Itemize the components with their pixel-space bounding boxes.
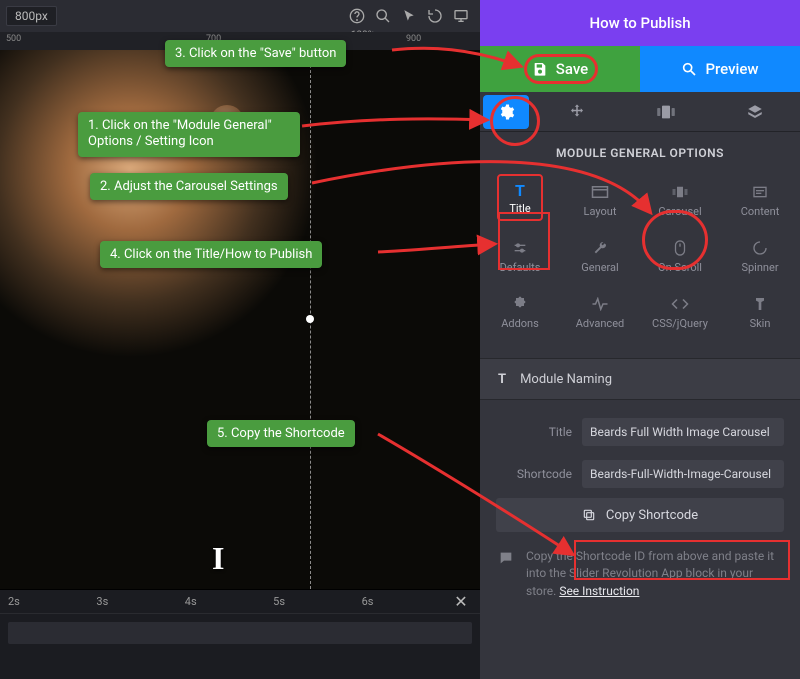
option-content[interactable]: Content <box>720 172 800 228</box>
anchor-dot <box>306 315 314 323</box>
timeline: 2s 3s 4s 5s 6s ✕ <box>0 589 480 679</box>
text-cursor-icon: I <box>212 540 224 577</box>
see-instruction-link[interactable]: See Instruction <box>559 584 639 598</box>
tab-settings[interactable] <box>483 95 529 129</box>
zoom-icon[interactable] <box>370 3 396 29</box>
option-label: Spinner <box>741 261 778 274</box>
option-label: CSS/jQuery <box>652 317 708 330</box>
option-advanced[interactable]: Advanced <box>560 284 640 340</box>
annotation-5: 5. Copy the Shortcode <box>207 420 355 447</box>
option-label: Addons <box>501 317 539 330</box>
shortcode-field[interactable]: Beards-Full-Width-Image-Carousel <box>582 460 784 488</box>
option-layout[interactable]: Layout <box>560 172 640 228</box>
text-icon: T <box>498 372 506 387</box>
option-label: Defaults <box>500 261 541 274</box>
page-title[interactable]: How to Publish <box>480 0 800 46</box>
option-title[interactable]: T Title <box>480 172 560 228</box>
time-mark: 5s <box>273 595 285 608</box>
preview-button[interactable]: Preview <box>640 46 800 92</box>
option-spinner[interactable]: Spinner <box>720 228 800 284</box>
tab-slides[interactable] <box>621 92 710 131</box>
options-grid: T Title Layout Carousel Content <box>480 172 800 340</box>
layout-icon <box>591 183 609 201</box>
panel-heading: MODULE GENERAL OPTIONS <box>480 146 800 160</box>
time-mark: 3s <box>96 595 108 608</box>
option-label: On Scroll <box>658 261 702 274</box>
canvas-width-field[interactable]: 800px <box>6 6 57 26</box>
spinner-icon <box>751 239 769 257</box>
option-label: Advanced <box>576 317 624 330</box>
move-icon <box>568 103 586 121</box>
time-mark: 2s <box>8 595 20 608</box>
ruler-tick: 900 <box>406 34 421 44</box>
desktop-icon[interactable] <box>448 3 474 29</box>
section-title: Module Naming <box>520 372 612 387</box>
annotation-3: 3. Click on the "Save" button <box>165 40 346 67</box>
help-icon[interactable] <box>344 3 370 29</box>
save-button[interactable]: Save <box>480 46 640 92</box>
option-label: Title <box>509 202 530 215</box>
tab-layers[interactable] <box>711 92 800 131</box>
canvas-toolbar: 800px 100% <box>0 0 480 32</box>
annotation-2: 2. Adjust the Carousel Settings <box>90 173 288 200</box>
carousel-icon <box>671 183 689 201</box>
mouse-icon <box>671 239 689 257</box>
option-addons[interactable]: Addons <box>480 284 560 340</box>
option-general[interactable]: General <box>560 228 640 284</box>
option-cssjquery[interactable]: CSS/jQuery <box>640 284 720 340</box>
annotation-1: 1. Click on the "Module General" Options… <box>78 112 300 157</box>
pointer-icon[interactable] <box>396 3 422 29</box>
field-label-shortcode: Shortcode <box>496 467 572 481</box>
editor-canvas: 800px 100% 500 700 900 I 2s 3s 4s 5s <box>0 0 480 679</box>
wrench-icon <box>591 239 609 257</box>
option-carousel[interactable]: Carousel <box>640 172 720 228</box>
time-mark: 6s <box>362 595 374 608</box>
option-skin[interactable]: Skin <box>720 284 800 340</box>
layers-icon <box>746 103 764 121</box>
option-label: Content <box>741 205 780 218</box>
option-defaults[interactable]: Defaults <box>480 228 560 284</box>
carousel-icon <box>656 104 676 120</box>
code-icon <box>671 295 689 313</box>
sliders-icon <box>511 239 529 257</box>
copy-shortcode-button[interactable]: Copy Shortcode <box>496 498 784 532</box>
search-icon <box>681 61 697 77</box>
time-mark: 4s <box>185 595 197 608</box>
save-icon <box>532 61 548 77</box>
pulse-icon <box>591 295 609 313</box>
title-field[interactable]: Beards Full Width Image Carousel <box>582 418 784 446</box>
tab-navigation[interactable] <box>532 92 621 131</box>
ruler-tick: 500 <box>6 34 21 44</box>
save-label: Save <box>556 60 588 78</box>
info-text: Copy the Shortcode ID from above and pas… <box>526 548 782 600</box>
text-icon: T <box>511 182 529 200</box>
panel-tabs <box>480 92 800 132</box>
side-panel: How to Publish Save Preview <box>480 0 800 679</box>
section-module-naming[interactable]: T Module Naming <box>480 358 800 400</box>
close-icon[interactable]: ✕ <box>450 592 472 611</box>
annotation-4: 4. Click on the Title/How to Publish <box>100 241 322 268</box>
skin-icon <box>751 295 769 313</box>
content-icon <box>751 183 769 201</box>
gear-icon <box>497 103 515 121</box>
copy-icon <box>582 508 596 522</box>
copy-shortcode-label: Copy Shortcode <box>606 508 698 523</box>
option-label: Skin <box>750 317 771 330</box>
preview-label: Preview <box>705 60 758 78</box>
option-label: General <box>581 261 618 274</box>
option-label: Layout <box>584 205 617 218</box>
field-label-title: Title <box>496 425 572 439</box>
puzzle-icon <box>511 295 529 313</box>
option-label: Carousel <box>658 205 701 218</box>
timeline-track[interactable] <box>8 622 472 644</box>
chat-icon <box>498 550 514 600</box>
undo-icon[interactable] <box>422 3 448 29</box>
option-onscroll[interactable]: On Scroll <box>640 228 720 284</box>
